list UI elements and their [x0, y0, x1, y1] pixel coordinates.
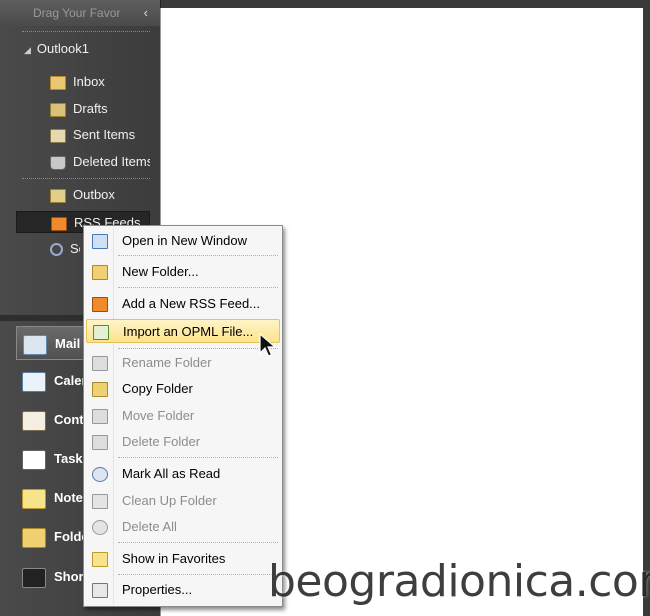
menu-item-label: Delete Folder [122, 434, 201, 449]
menu-item-label: Move Folder [122, 408, 195, 423]
folder-drafts[interactable]: Drafts [50, 98, 108, 120]
folder-label: Deleted Items [73, 154, 150, 169]
menu-item-copy-folder[interactable]: Copy Folder [86, 377, 280, 401]
rss-icon [51, 216, 67, 231]
menu-item-label: Add a New RSS Feed... [122, 296, 261, 311]
favorites-header: Drag Your Favor ‹ [0, 0, 160, 26]
expand-triangle-icon[interactable]: ◢ [24, 45, 31, 55]
inbox-icon [50, 75, 66, 90]
move-folder-icon [92, 409, 108, 424]
account-name: Outlook1 [36, 41, 89, 56]
menu-item-delete-all[interactable]: Delete All [86, 515, 280, 539]
mouse-cursor-icon [259, 333, 277, 357]
menu-separator [118, 574, 278, 575]
menu-item-label: New Folder... [122, 264, 199, 279]
deleted-items-icon [50, 155, 66, 170]
sent-items-icon [50, 128, 66, 143]
menu-separator [118, 457, 278, 458]
favorites-icon [92, 552, 108, 567]
properties-icon [92, 583, 108, 598]
menu-separator [118, 542, 278, 543]
delete-all-icon [92, 520, 108, 535]
calendar-icon [22, 371, 46, 392]
menu-item-move-folder[interactable]: Move Folder [86, 404, 280, 428]
clean-up-icon [92, 494, 108, 509]
folder-sent-items[interactable]: Sent Items [50, 124, 135, 146]
opml-import-icon [93, 325, 109, 340]
favorites-header-text: Drag Your Favor [33, 6, 121, 20]
folder-label: Sent Items [73, 127, 136, 142]
shortcuts-icon [22, 567, 46, 588]
menu-item-label: Copy Folder [122, 381, 193, 396]
context-menu: Open in New Window New Folder... Add a N… [83, 225, 283, 607]
folder-inbox[interactable]: Inbox [50, 71, 105, 93]
new-window-icon [92, 234, 108, 249]
folder-outbox[interactable]: Outbox [50, 184, 115, 206]
account-node[interactable]: ◢ Outlook1 [24, 41, 89, 56]
drafts-icon [50, 102, 66, 117]
folder-label: Outbox [73, 187, 115, 202]
menu-item-label: Import an OPML File... [123, 324, 254, 339]
menu-item-label: Show in Favorites [122, 551, 226, 566]
collapse-chevron-icon[interactable]: ‹ [144, 0, 148, 26]
nav-button-label: Mail [55, 336, 81, 351]
menu-item-rename-folder[interactable]: Rename Folder [86, 351, 280, 375]
tasks-icon [22, 449, 46, 470]
menu-item-clean-up-folder[interactable]: Clean Up Folder [86, 489, 280, 513]
folder-search-folders[interactable]: Search Folders [50, 238, 80, 260]
menu-item-label: Delete All [122, 519, 177, 534]
notes-icon [22, 488, 46, 509]
menu-item-label: Properties... [122, 582, 193, 597]
divider [22, 178, 150, 179]
rename-folder-icon [92, 356, 108, 371]
divider [22, 31, 150, 32]
menu-item-show-in-favorites[interactable]: Show in Favorites [86, 547, 280, 571]
menu-item-label: Open in New Window [122, 233, 247, 248]
watermark-text: beogradionica.com [268, 556, 650, 607]
menu-item-open-in-new-window[interactable]: Open in New Window [86, 229, 280, 253]
folder-label: Drafts [73, 101, 108, 116]
mail-icon [23, 334, 47, 355]
menu-item-mark-all-read[interactable]: Mark All as Read [86, 462, 280, 486]
new-folder-icon [92, 265, 108, 280]
folder-label: Inbox [73, 74, 105, 89]
folder-list-icon [22, 527, 46, 548]
folder-label: Search Folders [70, 241, 80, 256]
outbox-icon [50, 188, 66, 203]
menu-item-add-rss-feed[interactable]: Add a New RSS Feed... [86, 292, 280, 316]
copy-folder-icon [92, 382, 108, 397]
menu-item-delete-folder[interactable]: Delete Folder [86, 430, 280, 454]
rss-add-icon [92, 297, 108, 312]
delete-folder-icon [92, 435, 108, 450]
folder-deleted-items[interactable]: Deleted Items [50, 151, 150, 173]
menu-item-label: Rename Folder [122, 355, 212, 370]
menu-separator [118, 287, 278, 288]
menu-item-properties[interactable]: Properties... [86, 578, 280, 602]
menu-item-import-opml[interactable]: Import an OPML File... [86, 319, 280, 343]
menu-item-label: Mark All as Read [122, 466, 221, 481]
menu-separator [118, 255, 278, 256]
mark-read-icon [92, 467, 108, 482]
menu-separator [118, 348, 278, 349]
menu-item-label: Clean Up Folder [122, 493, 217, 508]
search-folder-icon [50, 243, 63, 257]
menu-item-new-folder[interactable]: New Folder... [86, 260, 280, 284]
contacts-icon [22, 410, 46, 431]
